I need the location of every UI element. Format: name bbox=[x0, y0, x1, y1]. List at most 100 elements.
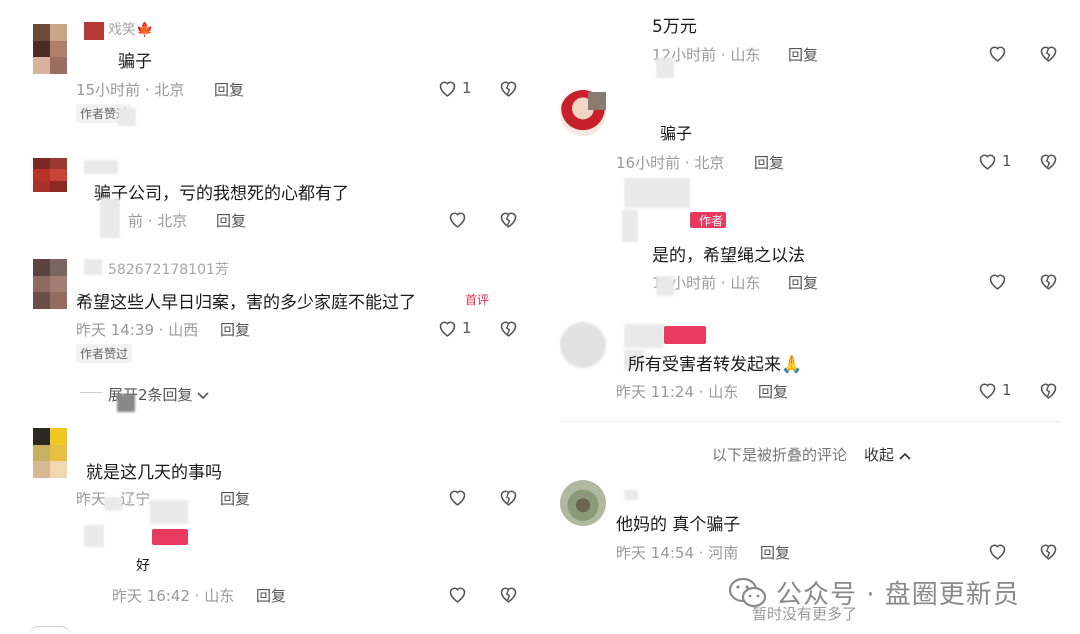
like-count: 1 bbox=[1002, 152, 1012, 170]
author-tag-label: 作者 bbox=[698, 214, 723, 228]
first-comment-tag: 首评 bbox=[465, 293, 490, 307]
dislike-button[interactable] bbox=[498, 78, 519, 98]
author-tag: 作者 bbox=[690, 212, 726, 228]
comment-text: 5万元 bbox=[652, 17, 697, 37]
comment-text: 骗子公司，亏的我想死的心都有了 bbox=[94, 184, 349, 204]
dislike-button[interactable] bbox=[498, 584, 519, 604]
avatar-fragment bbox=[84, 22, 104, 40]
mosaic bbox=[150, 500, 188, 524]
reply-button[interactable]: 回复 bbox=[256, 585, 286, 606]
wechat-icon bbox=[728, 577, 767, 607]
broken-heart-icon bbox=[1040, 46, 1057, 62]
heart-icon bbox=[449, 212, 466, 228]
dislike-button[interactable] bbox=[498, 487, 519, 507]
like-button[interactable]: 1 bbox=[977, 151, 1012, 171]
right-comment-column: 5万元 12小时前 · 山东 回复 骗子 16小时前 · 北京 回复 1 作者 … bbox=[540, 0, 1080, 634]
reply-button[interactable]: 回复 bbox=[788, 272, 818, 293]
comment-meta: 昨天 14:39 · 山西 bbox=[76, 321, 199, 339]
mosaic bbox=[656, 276, 674, 296]
avatar-fragment bbox=[588, 92, 606, 110]
heart-icon bbox=[979, 383, 996, 399]
broken-heart-icon bbox=[1040, 154, 1057, 170]
collapse-button[interactable]: 收起 bbox=[864, 444, 911, 465]
avatar[interactable] bbox=[33, 158, 67, 192]
watermark: 公众号 · 盘圈更新员 bbox=[728, 574, 1020, 611]
like-button[interactable] bbox=[447, 209, 468, 229]
like-button[interactable] bbox=[987, 43, 1008, 63]
mosaic bbox=[100, 198, 120, 238]
reply-button[interactable]: 回复 bbox=[788, 44, 818, 65]
broken-heart-icon bbox=[500, 490, 517, 506]
comment-text: 骗子 bbox=[118, 52, 152, 72]
comment-meta: 昨天 14:54 · 河南 bbox=[616, 544, 739, 562]
comment-text: 希望这些人早日归案，害的多少家庭不能过了 bbox=[76, 293, 416, 313]
reply-button[interactable]: 回复 bbox=[214, 79, 244, 100]
comment-text: 是的，希望绳之以法 bbox=[652, 246, 805, 266]
mosaic bbox=[84, 525, 104, 547]
broken-heart-icon bbox=[500, 587, 517, 603]
broken-heart-icon bbox=[500, 81, 517, 97]
chevron-up-icon bbox=[899, 452, 911, 460]
mosaic bbox=[117, 394, 135, 412]
broken-heart-icon bbox=[1040, 544, 1057, 560]
next-avatar-edge bbox=[30, 626, 70, 634]
broken-heart-icon bbox=[1040, 274, 1057, 290]
mosaic bbox=[624, 490, 638, 500]
divider bbox=[560, 421, 1060, 422]
dislike-button[interactable] bbox=[1038, 43, 1059, 63]
reply-button[interactable]: 回复 bbox=[754, 152, 784, 173]
broken-heart-icon bbox=[500, 321, 517, 337]
avatar[interactable] bbox=[33, 24, 67, 74]
dislike-button[interactable] bbox=[1038, 151, 1059, 171]
avatar[interactable] bbox=[33, 428, 67, 478]
reply-button[interactable]: 回复 bbox=[220, 488, 250, 509]
avatar[interactable] bbox=[33, 259, 67, 309]
collapse-label: 收起 bbox=[864, 446, 895, 464]
author-tag bbox=[152, 529, 188, 545]
reply-button[interactable]: 回复 bbox=[216, 210, 246, 231]
username[interactable]: 582672178101芳 bbox=[108, 259, 229, 279]
comment-text: 就是这几天的事吗 bbox=[86, 463, 222, 483]
heart-icon bbox=[989, 544, 1006, 560]
reply-button[interactable]: 回复 bbox=[220, 319, 250, 340]
like-count: 1 bbox=[462, 319, 472, 337]
dislike-button[interactable] bbox=[1038, 541, 1059, 561]
comment-meta: 16小时前 · 北京 bbox=[616, 154, 725, 172]
heart-icon bbox=[439, 81, 456, 97]
broken-heart-icon bbox=[500, 212, 517, 228]
comment-text: 他妈的 真个骗子 bbox=[616, 515, 741, 535]
reply-button[interactable]: 回复 bbox=[760, 542, 790, 563]
like-button[interactable] bbox=[447, 584, 468, 604]
like-button[interactable]: 1 bbox=[437, 78, 472, 98]
username[interactable]: 戏笑🍁 bbox=[108, 19, 153, 39]
like-button[interactable] bbox=[987, 271, 1008, 291]
comment-meta: 昨天 16:42 · 山东 bbox=[112, 587, 235, 605]
like-count: 1 bbox=[462, 79, 472, 97]
like-button[interactable] bbox=[447, 487, 468, 507]
left-comment-column: 戏笑🍁 骗子 15小时前 · 北京 回复 1 作者赞过 骗子公司，亏的我想死的心… bbox=[0, 0, 540, 634]
chevron-down-icon bbox=[197, 391, 209, 399]
dislike-button[interactable] bbox=[498, 209, 519, 229]
mosaic bbox=[118, 108, 136, 126]
like-button[interactable]: 1 bbox=[437, 318, 472, 338]
heart-icon bbox=[449, 587, 466, 603]
mosaic bbox=[104, 497, 122, 511]
avatar[interactable] bbox=[560, 480, 606, 526]
like-button[interactable] bbox=[987, 541, 1008, 561]
broken-heart-icon bbox=[1040, 383, 1057, 399]
dislike-button[interactable] bbox=[498, 318, 519, 338]
user-tag bbox=[664, 326, 706, 344]
heart-icon bbox=[449, 490, 466, 506]
comment-text: 骗子 bbox=[660, 124, 693, 143]
like-count: 1 bbox=[1002, 381, 1012, 399]
avatar[interactable] bbox=[560, 322, 606, 368]
heart-icon bbox=[979, 154, 996, 170]
mosaic bbox=[624, 324, 664, 348]
like-button[interactable]: 1 bbox=[977, 380, 1012, 400]
watermark-text: 公众号 · 盘圈更新员 bbox=[776, 580, 1020, 610]
reply-button[interactable]: 回复 bbox=[758, 381, 788, 402]
dislike-button[interactable] bbox=[1038, 271, 1059, 291]
author-liked-badge: 作者赞过 bbox=[76, 344, 133, 363]
dislike-button[interactable] bbox=[1038, 380, 1059, 400]
comment-text: 好 bbox=[136, 558, 150, 574]
